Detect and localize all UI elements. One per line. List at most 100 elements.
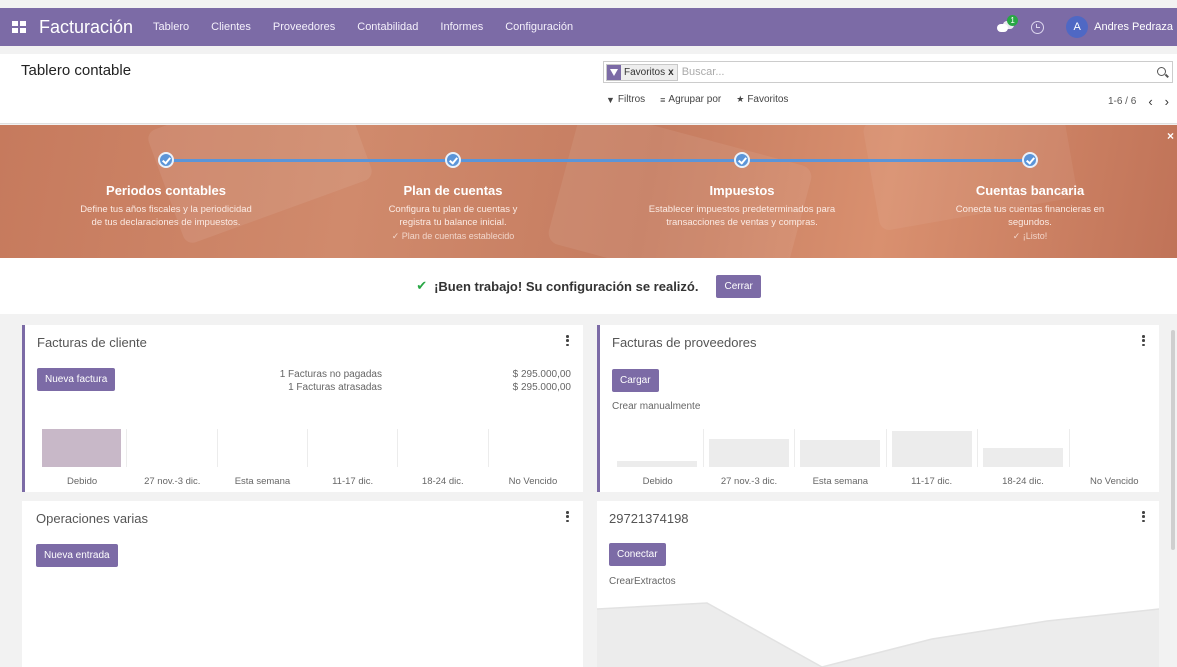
search-input[interactable] — [681, 66, 1112, 78]
messaging-badge: 1 — [1007, 15, 1019, 26]
onboarding-progress-line — [166, 159, 1030, 162]
step-title[interactable]: Impuestos — [642, 183, 842, 198]
success-message: ✔ ¡Buen trabajo! Su configuración se rea… — [0, 258, 1177, 314]
filter-icon: ▼ — [606, 94, 615, 105]
facet-remove-icon[interactable]: x — [668, 64, 677, 80]
chart-column[interactable] — [1070, 429, 1161, 467]
pager-value[interactable]: 1-6 / 6 — [1108, 96, 1136, 107]
chart-column[interactable] — [489, 429, 578, 467]
chart-column[interactable] — [704, 429, 795, 467]
card-title[interactable]: Facturas de proveedores — [612, 335, 757, 350]
unpaid-invoices-link[interactable]: 1 Facturas no pagadas — [272, 368, 382, 381]
overdue-invoices-link[interactable]: 1 Facturas atrasadas — [272, 381, 382, 394]
chart-bar[interactable] — [891, 430, 972, 467]
card-title[interactable]: 29721374198 — [609, 511, 689, 526]
chart-label: Debido — [67, 476, 98, 487]
navbar-systray: 1 A Andres Pedraza — [997, 15, 1177, 38]
connect-bank-button[interactable]: Conectar — [609, 543, 666, 566]
apps-menu-icon[interactable] — [12, 21, 26, 33]
group-by-dropdown[interactable]: ≡ Agrupar por — [660, 94, 721, 105]
activity-clock-icon[interactable] — [1031, 20, 1045, 34]
step-done-check-icon — [734, 152, 750, 168]
control-panel: Tablero contable Favoritos x ▼Filtros ≡A… — [0, 54, 1177, 124]
card-options-icon[interactable] — [1142, 335, 1145, 346]
misc-operations-card: Operaciones varias Nueva entrada — [22, 501, 583, 667]
aging-chart-labels: Debido 27 nov.-3 dic. Esta semana 11-17 dic… — [37, 476, 578, 487]
upload-bill-button[interactable]: Cargar — [612, 369, 659, 392]
menu-item-proveedores[interactable]: Proveedores — [273, 21, 335, 33]
page-scrollbar[interactable] — [1171, 330, 1175, 550]
bills-aging-chart[interactable] — [612, 429, 1160, 467]
create-statements-link[interactable]: CrearExtractos — [609, 576, 676, 587]
invoice-stats-labels: 1 Facturas no pagadas 1 Facturas atrasad… — [272, 368, 382, 394]
new-entry-button[interactable]: Nueva entrada — [36, 544, 118, 567]
chart-bar[interactable] — [983, 448, 1064, 467]
bank-balance-graph[interactable] — [597, 591, 1159, 667]
user-name[interactable]: Andres Pedraza — [1094, 21, 1173, 33]
menu-item-contabilidad[interactable]: Contabilidad — [357, 21, 418, 33]
aging-chart-labels: Debido 27 nov.-3 dic. Esta semana 11-17 dic… — [612, 476, 1160, 487]
close-success-button[interactable]: Cerrar — [716, 274, 761, 298]
chart-bar[interactable] — [800, 440, 881, 467]
invoices-aging-chart[interactable] — [37, 429, 578, 467]
user-avatar[interactable]: A — [1066, 16, 1089, 38]
pager-previous-icon[interactable]: ‹ — [1148, 94, 1152, 109]
card-title[interactable]: Operaciones varias — [36, 511, 148, 526]
chart-column[interactable] — [398, 429, 489, 467]
pager: 1-6 / 6 ‹ › — [1108, 94, 1169, 109]
step-title[interactable]: Plan de cuentas — [353, 183, 553, 198]
chart-column[interactable] — [218, 429, 308, 467]
chart-label: Esta semana — [234, 476, 291, 487]
messaging-icon[interactable]: 1 — [997, 15, 1019, 33]
bank-journal-card: 29721374198 Conectar CrearExtractos — [597, 501, 1159, 667]
customer-invoices-card: Facturas de cliente Nueva factura 1 Fact… — [22, 325, 583, 492]
chart-label: No Vencido — [508, 476, 558, 487]
chart-column[interactable] — [308, 429, 399, 467]
chart-label: No Vencido — [1090, 476, 1139, 487]
step-title[interactable]: Cuentas bancaria — [930, 183, 1130, 198]
create-manually-link[interactable]: Crear manualmente — [612, 401, 700, 412]
card-title[interactable]: Facturas de cliente — [37, 335, 147, 350]
onboarding-step-chart-of-accounts[interactable]: Plan de cuentas Configura tu plan de cue… — [353, 183, 553, 242]
card-options-icon[interactable] — [1142, 511, 1145, 522]
menu-item-informes[interactable]: Informes — [440, 21, 483, 33]
overdue-amount: $ 295.000,00 — [512, 382, 571, 393]
onboarding-step-bank-accounts[interactable]: Cuentas bancaria Conecta tus cuentas fin… — [930, 183, 1130, 242]
chart-column[interactable] — [795, 429, 887, 467]
search-facet[interactable]: Favoritos x — [606, 63, 678, 81]
filters-dropdown[interactable]: ▼ Filtros — [606, 94, 645, 105]
success-text: ¡Buen trabajo! Su configuración se reali… — [434, 278, 699, 294]
chart-label: Debido — [642, 476, 673, 487]
chart-column[interactable] — [612, 429, 704, 467]
chart-bar[interactable] — [617, 461, 698, 467]
onboarding-step-fiscal-periods[interactable]: Periodos contables Define tus años fisca… — [66, 183, 266, 229]
menu-item-configuracion[interactable]: Configuración — [505, 21, 573, 33]
chart-bar[interactable] — [42, 429, 121, 467]
chart-label: 11-17 dic. — [911, 476, 953, 487]
search-icon[interactable] — [1157, 67, 1166, 76]
menu-item-tablero[interactable]: Tablero — [153, 21, 189, 33]
card-options-icon[interactable] — [566, 335, 569, 346]
step-title[interactable]: Periodos contables — [66, 183, 266, 198]
chart-label: 27 nov.-3 dic. — [720, 476, 778, 487]
chart-column[interactable] — [978, 429, 1070, 467]
invoice-stats-amounts: $ 295.000,00 $ 295.000,00 — [495, 368, 571, 394]
search-box[interactable]: Favoritos x — [603, 61, 1173, 83]
app-brand[interactable]: Facturación — [39, 17, 133, 38]
unpaid-amount: $ 295.000,00 — [512, 369, 571, 380]
new-invoice-button[interactable]: Nueva factura — [37, 368, 116, 391]
chart-column[interactable] — [887, 429, 978, 467]
card-options-icon[interactable] — [566, 511, 569, 522]
pager-next-icon[interactable]: › — [1165, 94, 1169, 109]
step-description: Configura tu plan de cuentas y registra … — [388, 204, 518, 228]
chart-column[interactable] — [37, 429, 128, 467]
chart-label: 27 nov.-3 dic. — [144, 476, 201, 487]
chart-column[interactable] — [127, 429, 218, 467]
close-banner-icon[interactable]: × — [1167, 129, 1174, 143]
chart-bar[interactable] — [708, 438, 789, 467]
onboarding-step-taxes[interactable]: Impuestos Establecer impuestos predeterm… — [642, 183, 842, 229]
favorites-dropdown[interactable]: ★ Favoritos — [736, 94, 788, 105]
menu-item-clientes[interactable]: Clientes — [211, 21, 251, 33]
step-status: ✓ Plan de cuentas establecido — [391, 231, 515, 241]
filter-facet-icon — [607, 64, 621, 80]
